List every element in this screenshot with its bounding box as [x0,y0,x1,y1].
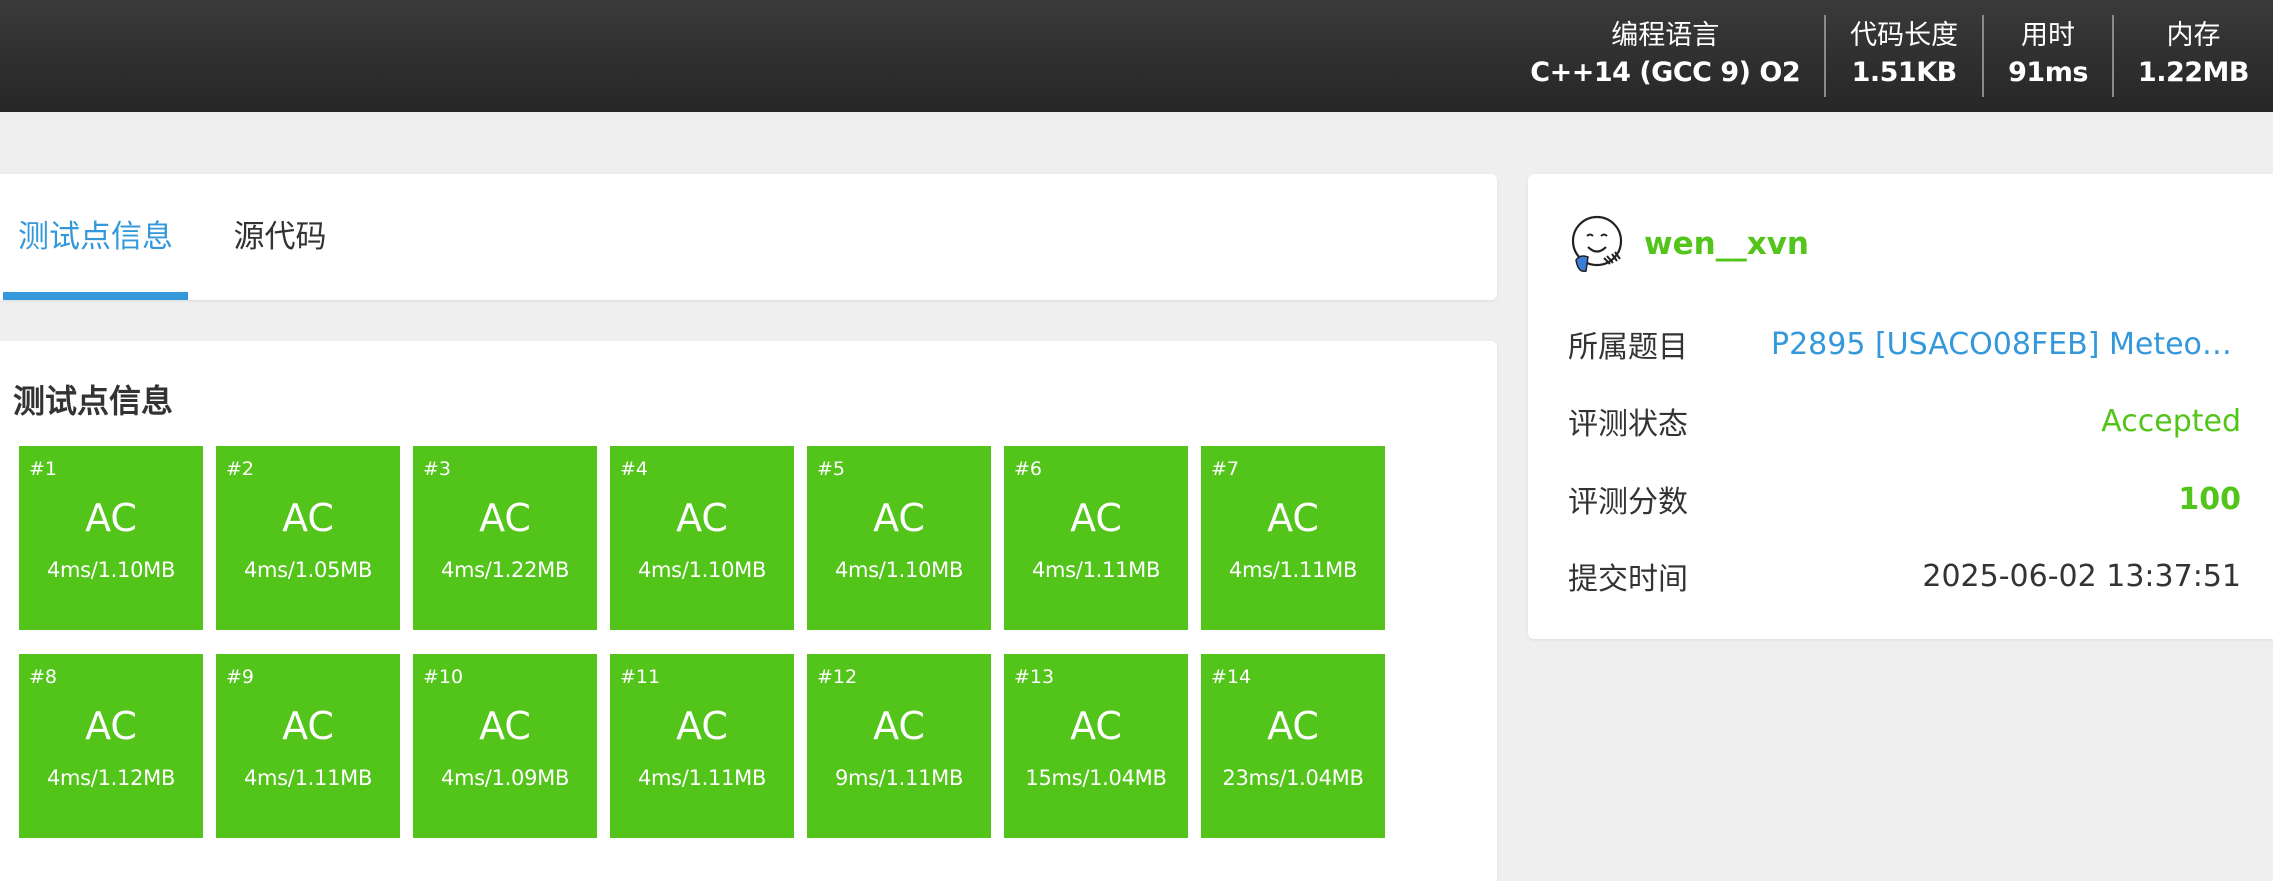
test-case-tile[interactable]: #14 AC 23ms/1.04MB [1201,654,1385,838]
stat-code-length: 代码长度 1.51KB [1824,15,1982,97]
test-case-time-memory: 4ms/1.10MB [834,558,964,582]
test-case-time-memory: 4ms/1.22MB [440,558,570,582]
test-case-tile[interactable]: #3 AC 4ms/1.22MB [413,446,597,630]
test-case-tile[interactable]: #10 AC 4ms/1.09MB [413,654,597,838]
test-case-id: #6 [1014,458,1043,480]
tabs-card: 测试点信息 源代码 [0,174,1497,300]
test-case-time-memory: 4ms/1.11MB [637,766,767,790]
stat-time-label: 用时 [2021,20,2076,51]
test-case-status: AC [873,496,925,540]
test-case-tile[interactable]: #5 AC 4ms/1.10MB [807,446,991,630]
test-case-status: AC [479,496,531,540]
test-case-time-memory: 4ms/1.10MB [637,558,767,582]
test-case-id: #11 [620,666,661,688]
test-case-tile[interactable]: #13 AC 15ms/1.04MB [1004,654,1188,838]
submit-time-value: 2025-06-02 13:37:51 [1922,558,2241,594]
info-row-status: 评测状态 Accepted [1568,401,2241,443]
test-case-status: AC [1070,496,1122,540]
problem-label: 所属题目 [1568,330,1688,365]
submit-time-label: 提交时间 [1568,562,1688,597]
username-link[interactable]: wen__xvn [1644,226,1809,262]
test-case-status: AC [85,704,137,748]
test-case-status: AC [85,496,137,540]
tab-source-code[interactable]: 源代码 [200,174,360,300]
test-case-time-memory: 4ms/1.10MB [46,558,176,582]
test-case-status: AC [479,704,531,748]
test-case-time-memory: 4ms/1.12MB [46,766,176,790]
test-case-id: #12 [817,666,858,688]
test-case-id: #5 [817,458,846,480]
test-case-time-memory: 4ms/1.09MB [440,766,570,790]
tab-test-points[interactable]: 测试点信息 [3,174,188,300]
info-row-submit-time: 提交时间 2025-06-02 13:37:51 [1568,556,2241,598]
test-case-status: AC [873,704,925,748]
status-label: 评测状态 [1568,407,1688,442]
test-case-status: AC [282,496,334,540]
submission-info-card: wen__xvn 所属题目 P2895 [USACO08FEB] Meteor … [1528,174,2273,639]
test-case-time-memory: 4ms/1.11MB [1031,558,1161,582]
info-row-score: 评测分数 100 [1568,479,2241,521]
stat-language-label: 编程语言 [1611,20,1720,51]
submission-stats: 编程语言 C++14 (GCC 9) O2 代码长度 1.51KB 用时 91m… [1506,0,2273,112]
test-points-title: 测试点信息 [13,382,174,420]
score-value: 100 [2178,481,2241,517]
test-case-id: #8 [29,666,58,688]
test-points-card: 测试点信息 #1 AC 4ms/1.10MB #2 AC 4ms/1.05MB #3 AC 4m… [0,341,1497,881]
stat-code-length-label: 代码长度 [1850,20,1959,51]
stat-memory-label: 内存 [2166,20,2221,51]
stat-code-length-value: 1.51KB [1851,57,1958,88]
test-case-tile[interactable]: #9 AC 4ms/1.11MB [216,654,400,838]
stat-memory: 内存 1.22MB [2111,15,2273,97]
test-case-time-memory: 4ms/1.05MB [243,558,373,582]
test-case-tile[interactable]: #2 AC 4ms/1.05MB [216,446,400,630]
test-case-status: AC [676,704,728,748]
test-case-tile[interactable]: #6 AC 4ms/1.11MB [1004,446,1188,630]
active-tab-indicator [3,292,188,300]
test-case-id: #1 [29,458,58,480]
top-header-bar: 编程语言 C++14 (GCC 9) O2 代码长度 1.51KB 用时 91m… [0,0,2273,112]
test-case-tile[interactable]: #8 AC 4ms/1.12MB [19,654,203,838]
test-case-time-memory: 15ms/1.04MB [1025,766,1167,790]
problem-link[interactable]: P2895 [USACO08FEB] Meteor S... [1771,327,2241,362]
test-case-id: #14 [1211,666,1252,688]
test-case-status: AC [1267,704,1319,748]
test-case-id: #2 [226,458,255,480]
test-case-time-memory: 4ms/1.11MB [243,766,373,790]
test-points-grid: #1 AC 4ms/1.10MB #2 AC 4ms/1.05MB #3 AC 4ms/1.22… [19,446,1419,838]
test-case-tile[interactable]: #1 AC 4ms/1.10MB [19,446,203,630]
test-case-time-memory: 4ms/1.11MB [1228,558,1358,582]
info-row-problem: 所属题目 P2895 [USACO08FEB] Meteor S... [1568,324,2241,366]
test-case-status: AC [1070,704,1122,748]
status-value: Accepted [2101,403,2241,439]
test-case-tile[interactable]: #4 AC 4ms/1.10MB [610,446,794,630]
test-case-status: AC [1267,496,1319,540]
test-case-tile[interactable]: #7 AC 4ms/1.11MB [1201,446,1385,630]
test-case-id: #10 [423,666,464,688]
stat-time: 用时 91ms [1982,15,2112,97]
score-label: 评测分数 [1568,485,1688,520]
smiley-avatar-icon[interactable] [1568,214,1630,276]
stat-language: 编程语言 C++14 (GCC 9) O2 [1506,15,1824,97]
test-case-id: #9 [226,666,255,688]
test-case-id: #3 [423,458,452,480]
test-case-tile[interactable]: #11 AC 4ms/1.11MB [610,654,794,838]
test-case-status: AC [282,704,334,748]
test-case-id: #4 [620,458,649,480]
test-case-tile[interactable]: #12 AC 9ms/1.11MB [807,654,991,838]
stat-time-value: 91ms [2008,57,2088,88]
test-case-time-memory: 23ms/1.04MB [1222,766,1364,790]
stat-memory-value: 1.22MB [2137,57,2250,88]
test-case-id: #13 [1014,666,1055,688]
test-case-status: AC [676,496,728,540]
test-case-id: #7 [1211,458,1240,480]
stat-language-value: C++14 (GCC 9) O2 [1530,57,1801,88]
test-case-time-memory: 9ms/1.11MB [834,766,964,790]
